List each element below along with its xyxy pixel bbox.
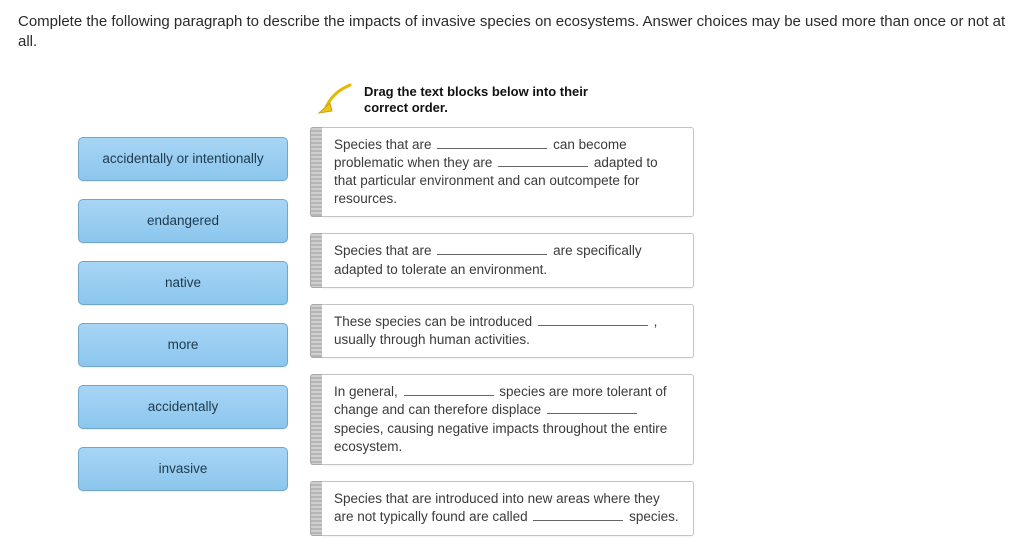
sortable-blocks: Species that are can become problematic …	[310, 127, 694, 536]
choice-accidentally[interactable]: accidentally	[78, 385, 288, 429]
fill-blank[interactable]	[533, 509, 623, 522]
hint-line-1: Drag the text blocks below into their	[364, 84, 588, 100]
choice-endangered[interactable]: endangered	[78, 199, 288, 243]
fill-blank[interactable]	[498, 154, 588, 167]
choice-more[interactable]: more	[78, 323, 288, 367]
text-block[interactable]: These species can be introduced , usuall…	[310, 304, 694, 358]
choice-native[interactable]: native	[78, 261, 288, 305]
choice-accidentally-or-intentionally[interactable]: accidentally or intentionally	[78, 137, 288, 181]
text-block[interactable]: Species that are introduced into new are…	[310, 481, 694, 535]
drag-handle-icon[interactable]	[310, 127, 322, 218]
choice-invasive[interactable]: invasive	[78, 447, 288, 491]
block-text: species.	[625, 509, 678, 524]
fill-blank[interactable]	[437, 243, 547, 256]
drop-area: Drag the text blocks below into their co…	[324, 81, 694, 536]
fill-blank[interactable]	[404, 383, 494, 396]
fill-blank[interactable]	[437, 136, 547, 149]
choice-label: invasive	[159, 461, 208, 476]
hint-line-2: correct order.	[364, 100, 588, 116]
choice-label: more	[168, 337, 199, 352]
block-text: Species that are	[334, 137, 435, 152]
reorder-hint: Drag the text blocks below into their co…	[316, 81, 694, 117]
block-text: Species that are	[334, 243, 435, 258]
question-instructions: Complete the following paragraph to desc…	[18, 12, 1006, 53]
block-text: In general,	[334, 384, 402, 399]
fill-blank[interactable]	[538, 313, 648, 326]
fill-blank[interactable]	[547, 402, 637, 415]
hint-text: Drag the text blocks below into their co…	[364, 84, 588, 117]
block-text: These species can be introduced	[334, 314, 536, 329]
choice-label: accidentally or intentionally	[102, 151, 263, 166]
block-body: In general, species are more tolerant of…	[322, 374, 694, 465]
choice-label: accidentally	[148, 399, 219, 414]
drag-handle-icon[interactable]	[310, 304, 322, 358]
arrow-down-left-icon	[316, 81, 356, 117]
drag-handle-icon[interactable]	[310, 374, 322, 465]
block-body: Species that are introduced into new are…	[322, 481, 694, 535]
block-body: These species can be introduced , usuall…	[322, 304, 694, 358]
drag-handle-icon[interactable]	[310, 233, 322, 287]
text-block[interactable]: In general, species are more tolerant of…	[310, 374, 694, 465]
drag-handle-icon[interactable]	[310, 481, 322, 535]
text-block[interactable]: Species that are can become problematic …	[310, 127, 694, 218]
block-body: Species that are are specifically adapte…	[322, 233, 694, 287]
answer-choices-column: accidentally or intentionally endangered…	[78, 81, 288, 491]
block-text: species, causing negative impacts throug…	[334, 421, 667, 454]
block-body: Species that are can become problematic …	[322, 127, 694, 218]
choice-label: native	[165, 275, 201, 290]
choice-label: endangered	[147, 213, 219, 228]
drag-activity: accidentally or intentionally endangered…	[18, 81, 1006, 536]
text-block[interactable]: Species that are are specifically adapte…	[310, 233, 694, 287]
